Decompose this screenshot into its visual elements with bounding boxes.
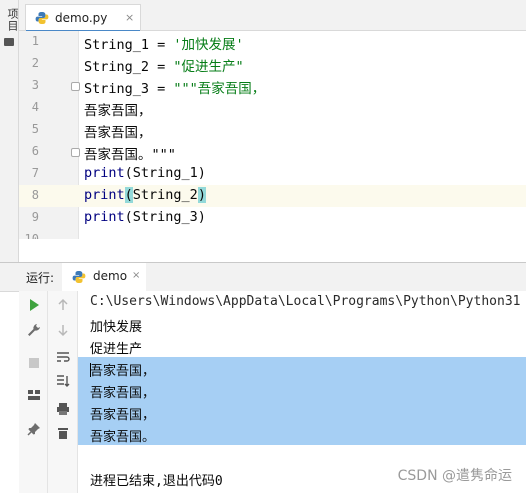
console-text: 吾家吾国， (90, 360, 155, 379)
close-run-tab-icon[interactable]: × (132, 270, 140, 281)
line-number: 4 (31, 100, 39, 114)
fold-marker-icon[interactable] (71, 148, 80, 157)
line-number: 3 (31, 78, 39, 92)
code-line: 4 吾家吾国， (19, 97, 526, 119)
folder-icon (4, 38, 14, 46)
line-number: 2 (31, 56, 39, 70)
run-toolbar-secondary (48, 291, 78, 493)
code-line: 9 print(String_3) (19, 207, 526, 229)
watermark: CSDN @遣隽命运 (397, 468, 512, 484)
stop-icon[interactable] (26, 355, 42, 371)
console-text: 加快发展 (90, 320, 143, 335)
print-icon[interactable] (55, 401, 71, 417)
project-tool-strip: 项目 (0, 0, 19, 262)
wrench-icon[interactable] (26, 322, 42, 338)
console-text: 吾家吾国， (90, 408, 156, 423)
code-text: String_2 = "促进生产" (84, 59, 244, 75)
code-line: 6 吾家吾国。""" (19, 141, 526, 163)
console-text: 吾家吾国。 (90, 430, 156, 445)
line-number: 10 (24, 232, 39, 239)
trash-icon[interactable] (55, 425, 71, 441)
console-line-selected: 吾家吾国， (78, 379, 526, 401)
tab-label: demo.py (55, 11, 108, 25)
python-run-icon (72, 271, 86, 283)
run-tab-label: demo (93, 269, 128, 283)
tab-demo-py[interactable]: demo.py × (25, 4, 141, 32)
code-line: 10 (19, 229, 526, 239)
console-line: 促进生产 (78, 335, 526, 357)
rerun-icon[interactable] (26, 297, 42, 313)
code-text: print(String_3) (84, 209, 206, 225)
pin-icon[interactable] (26, 421, 42, 437)
line-number: 1 (31, 34, 39, 48)
python-file-icon (35, 12, 49, 24)
run-panel-title: 运行: (26, 271, 55, 285)
scroll-to-end-icon[interactable] (55, 373, 71, 389)
console-text: 吾家吾国， (90, 386, 156, 401)
code-line: 2 String_2 = "促进生产" (19, 53, 526, 75)
project-tool-button[interactable]: 项目 (4, 8, 20, 32)
console-text: C:\Users\Windows\AppData\Local\Programs\… (90, 294, 521, 309)
console-text-content: 吾家吾国， (90, 364, 156, 379)
run-toolbar-primary (19, 291, 48, 493)
console-line-selected: 吾家吾国。 (78, 423, 526, 445)
arrow-down-icon[interactable] (55, 322, 71, 338)
console-line-selected: 吾家吾国， (78, 357, 526, 379)
process-exit-text: 进程已结束,退出代码0 (90, 474, 223, 489)
code-text: String_1 = '加快发展' (84, 37, 244, 53)
line-number: 7 (31, 166, 39, 180)
code-line: 1 String_1 = '加快发展' (19, 31, 526, 53)
line-number: 5 (31, 122, 39, 136)
code-text: print(String_2) (84, 187, 206, 203)
code-text: 吾家吾国， (84, 125, 152, 141)
run-tab-demo[interactable]: demo × (62, 263, 146, 293)
code-text: 吾家吾国。""" (84, 147, 176, 163)
line-number: 6 (31, 144, 39, 158)
run-console-output[interactable]: C:\Users\Windows\AppData\Local\Programs\… (78, 291, 526, 493)
line-number: 8 (31, 188, 39, 202)
code-text: 吾家吾国， (84, 103, 152, 119)
code-text: String_3 = """吾家吾国， (84, 81, 266, 97)
editor-tab-bar: demo.py × (19, 0, 526, 32)
run-panel-header: 运行: demo × (0, 262, 526, 293)
console-text: 促进生产 (90, 342, 143, 357)
code-line: 3 String_3 = """吾家吾国， (19, 75, 526, 97)
line-number: 9 (31, 210, 39, 224)
console-line: C:\Users\Windows\AppData\Local\Programs\… (78, 291, 526, 313)
code-editor[interactable]: 1 String_1 = '加快发展' 2 String_2 = "促进生产" … (19, 31, 526, 239)
fold-marker-icon[interactable] (71, 82, 80, 91)
console-line: 加快发展 (78, 313, 526, 335)
layout-icon[interactable] (26, 387, 42, 403)
code-line-current: 8 print(String_2) (19, 185, 526, 207)
arrow-up-icon[interactable] (55, 297, 71, 313)
code-text: print(String_1) (84, 165, 206, 181)
code-line: 7 print(String_1) (19, 163, 526, 185)
close-tab-icon[interactable]: × (125, 11, 134, 24)
console-line-selected: 吾家吾国， (78, 401, 526, 423)
code-line: 5 吾家吾国， (19, 119, 526, 141)
soft-wrap-icon[interactable] (55, 349, 71, 365)
